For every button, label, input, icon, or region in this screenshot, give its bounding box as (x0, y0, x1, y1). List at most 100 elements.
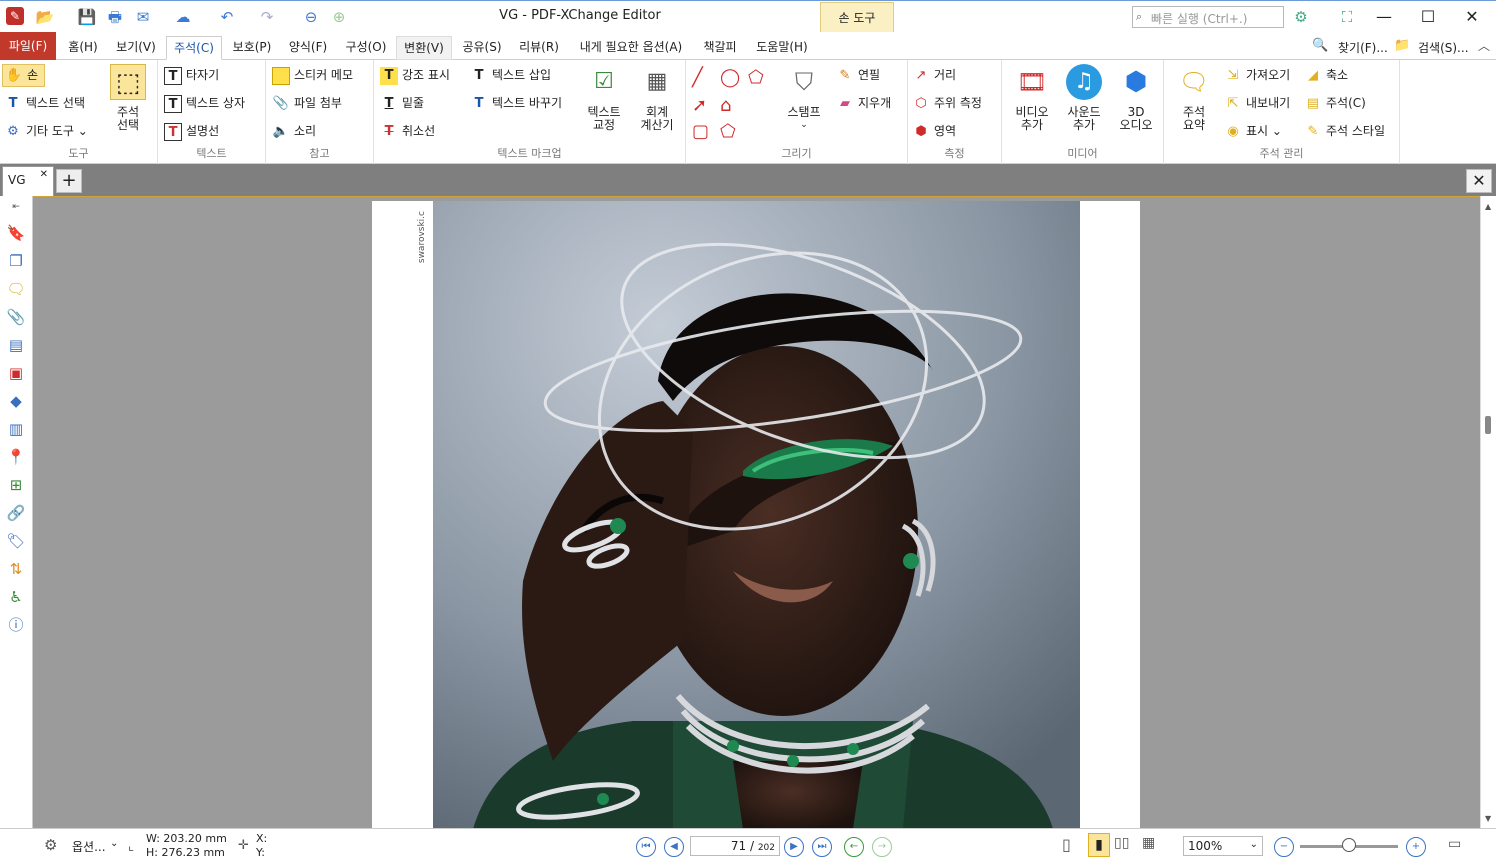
highlight-button[interactable]: T 강조 표시 (380, 66, 450, 85)
scroll-up-icon[interactable]: ▲ (1485, 202, 1491, 211)
area-button[interactable]: ⬢ 영역 (912, 122, 956, 141)
tab-review[interactable]: 리뷰(R) (512, 36, 566, 60)
add-3d-button[interactable]: ⬢ 3D 오디오 (1110, 64, 1162, 132)
strikeout-button[interactable]: T 취소선 (380, 122, 436, 141)
import-button[interactable]: ⇲ 가져오기 (1224, 66, 1291, 85)
close-button[interactable]: ✕ (1452, 5, 1492, 29)
attach-file-button[interactable]: 📎 파일 첨부 (272, 94, 342, 113)
destinations-icon[interactable]: 📍 (5, 446, 27, 468)
collapse-ribbon-icon[interactable]: ︿ (1478, 37, 1490, 54)
tab-file[interactable]: 파일(F) (0, 32, 56, 60)
insert-text-button[interactable]: T 텍스트 삽입 (470, 66, 551, 85)
replace-text-button[interactable]: T 텍스트 바꾸기 (470, 94, 563, 113)
polygon-icon[interactable]: ⬠ (748, 64, 764, 92)
sticky-note-button[interactable]: 스티커 메모 (272, 66, 353, 85)
find-button[interactable]: 찾기(F)... (1338, 39, 1388, 56)
collapse-button[interactable]: ◢ 축소 (1304, 66, 1348, 85)
tab-protect[interactable]: 보호(P) (226, 36, 278, 60)
fullscreen-icon[interactable]: ⛶ (1336, 7, 1358, 27)
accessibility-icon[interactable]: ♿ (5, 586, 27, 608)
options-button[interactable]: 옵션... (72, 838, 106, 855)
cloud-shape-icon[interactable]: ⬠ (720, 118, 736, 146)
close-document-button[interactable]: ✕ (1466, 169, 1492, 193)
hand-tool-button[interactable]: ✋ 손 (2, 64, 46, 87)
scroll-thumb[interactable] (1485, 416, 1491, 434)
zoom-in-icon[interactable]: + (1406, 837, 1426, 857)
rectangle-icon[interactable]: ▢ (692, 118, 709, 146)
bookmark-icon[interactable]: 🔖 (5, 222, 27, 244)
order-icon[interactable]: ⇅ (5, 558, 27, 580)
pencil-button[interactable]: ✎ 연필 (836, 66, 881, 85)
search-button[interactable]: 검색(S)... (1418, 39, 1469, 56)
history-forward-icon[interactable]: → (872, 837, 892, 857)
options-dropdown-icon[interactable]: ⌄ (110, 838, 118, 849)
new-tab-button[interactable]: + (56, 169, 82, 193)
last-page-icon[interactable]: ⏭ (812, 837, 832, 857)
prev-page-icon[interactable]: ◀ (664, 837, 684, 857)
settings-icon[interactable]: ⚙ (1290, 7, 1312, 27)
scroll-down-icon[interactable]: ▼ (1485, 814, 1491, 823)
tab-share[interactable]: 공유(S) (456, 36, 508, 60)
tab-convert[interactable]: 변환(V) (396, 36, 452, 60)
minimize-button[interactable]: — (1364, 5, 1404, 29)
first-page-icon[interactable]: ⏮ (636, 837, 656, 857)
document-icon[interactable]: ▤ (5, 334, 27, 356)
continuous-page-icon[interactable]: ▮ (1088, 833, 1110, 857)
select-annotation-button[interactable]: ⬚ 주석 선택 (102, 64, 154, 132)
proofread-button[interactable]: ☑ 텍스트 교정 (580, 64, 628, 132)
layers-icon[interactable]: ◆ (5, 390, 27, 412)
content-icon[interactable]: ▥ (5, 418, 27, 440)
arrow-icon[interactable]: ➚ (692, 92, 707, 120)
perimeter-button[interactable]: ⬡ 주위 측정 (912, 94, 982, 113)
textbox-button[interactable]: T 텍스트 상자 (164, 94, 245, 113)
pages-icon[interactable]: ❐ (5, 250, 27, 272)
stamp-button[interactable]: ⛉ 스탬프 ⌄ (780, 64, 828, 132)
vertical-scrollbar[interactable]: ▲ ▼ (1480, 196, 1496, 828)
page-number-input[interactable]: 71 / 202 (690, 836, 780, 856)
attachments-icon[interactable]: 📎 (5, 306, 27, 328)
tab-bookmarks[interactable]: 책갈피 (696, 36, 744, 60)
tab-view[interactable]: 보기(V) (110, 36, 162, 60)
next-page-icon[interactable]: ▶ (784, 837, 804, 857)
calculator-button[interactable]: ▦ 회계 계산기 (630, 64, 684, 132)
signature-icon[interactable]: ▣ (5, 362, 27, 384)
eraser-button[interactable]: ▰ 지우개 (836, 94, 891, 113)
maximize-button[interactable]: ☐ (1408, 5, 1448, 29)
info-icon[interactable]: ⓘ (5, 614, 27, 636)
underline-button[interactable]: T 밑줄 (380, 94, 425, 113)
two-continuous-icon[interactable]: ▦ (1142, 835, 1155, 851)
tab-comment[interactable]: 주석(C) (166, 36, 222, 60)
quick-search-input[interactable]: 빠른 실행 (Ctrl+.) (1132, 6, 1284, 28)
view-options-icon[interactable]: ▭ (1448, 836, 1461, 852)
add-video-button[interactable]: 🎞 비디오 추가 (1006, 64, 1058, 132)
callout-button[interactable]: T 설명선 (164, 122, 219, 141)
show-button[interactable]: ◉ 표시 ⌄ (1224, 122, 1282, 141)
ellipse-icon[interactable]: ◯ (720, 64, 740, 92)
links-icon[interactable]: 🔗 (5, 502, 27, 524)
add-sound-button[interactable]: ♫ 사운드 추가 (1058, 64, 1110, 132)
document-tab[interactable]: VG ✕ (2, 166, 54, 196)
summary-button[interactable]: 🗨 주석 요약 (1168, 64, 1220, 132)
sound-button[interactable]: 🔈 소리 (272, 122, 316, 141)
two-page-icon[interactable]: ▯▯ (1114, 835, 1129, 851)
tab-home[interactable]: 홈(H) (62, 36, 104, 60)
tags-icon[interactable]: 🏷 (5, 530, 27, 552)
line-icon[interactable]: ╱ (692, 64, 703, 92)
tab-help[interactable]: 도움말(H) (750, 36, 814, 60)
zoom-slider-knob[interactable] (1342, 838, 1356, 852)
document-viewer[interactable]: swarovski.c (33, 196, 1480, 829)
single-page-icon[interactable]: ▯ (1062, 835, 1071, 854)
tab-organize[interactable]: 구성(O) (338, 36, 394, 60)
tab-form[interactable]: 양식(F) (282, 36, 334, 60)
structure-icon[interactable]: ⊞ (5, 474, 27, 496)
zoom-out-icon[interactable]: − (1274, 837, 1294, 857)
typewriter-button[interactable]: T 타자기 (164, 66, 219, 85)
comments-panel-icon[interactable]: 🗨 (5, 278, 27, 300)
select-text-button[interactable]: T 텍스트 선택 (4, 94, 85, 113)
distance-button[interactable]: ↗ 거리 (912, 66, 957, 85)
comments-list-button[interactable]: ▤ 주석(C) (1304, 94, 1366, 113)
collapse-panel-icon[interactable]: ⇤ (5, 196, 27, 218)
zoom-select[interactable]: 100% ⌄ (1183, 836, 1263, 856)
comment-styles-button[interactable]: ✎ 주석 스타일 (1304, 122, 1385, 141)
other-tools-button[interactable]: ⚙ 기타 도구 ⌄ (4, 122, 88, 141)
